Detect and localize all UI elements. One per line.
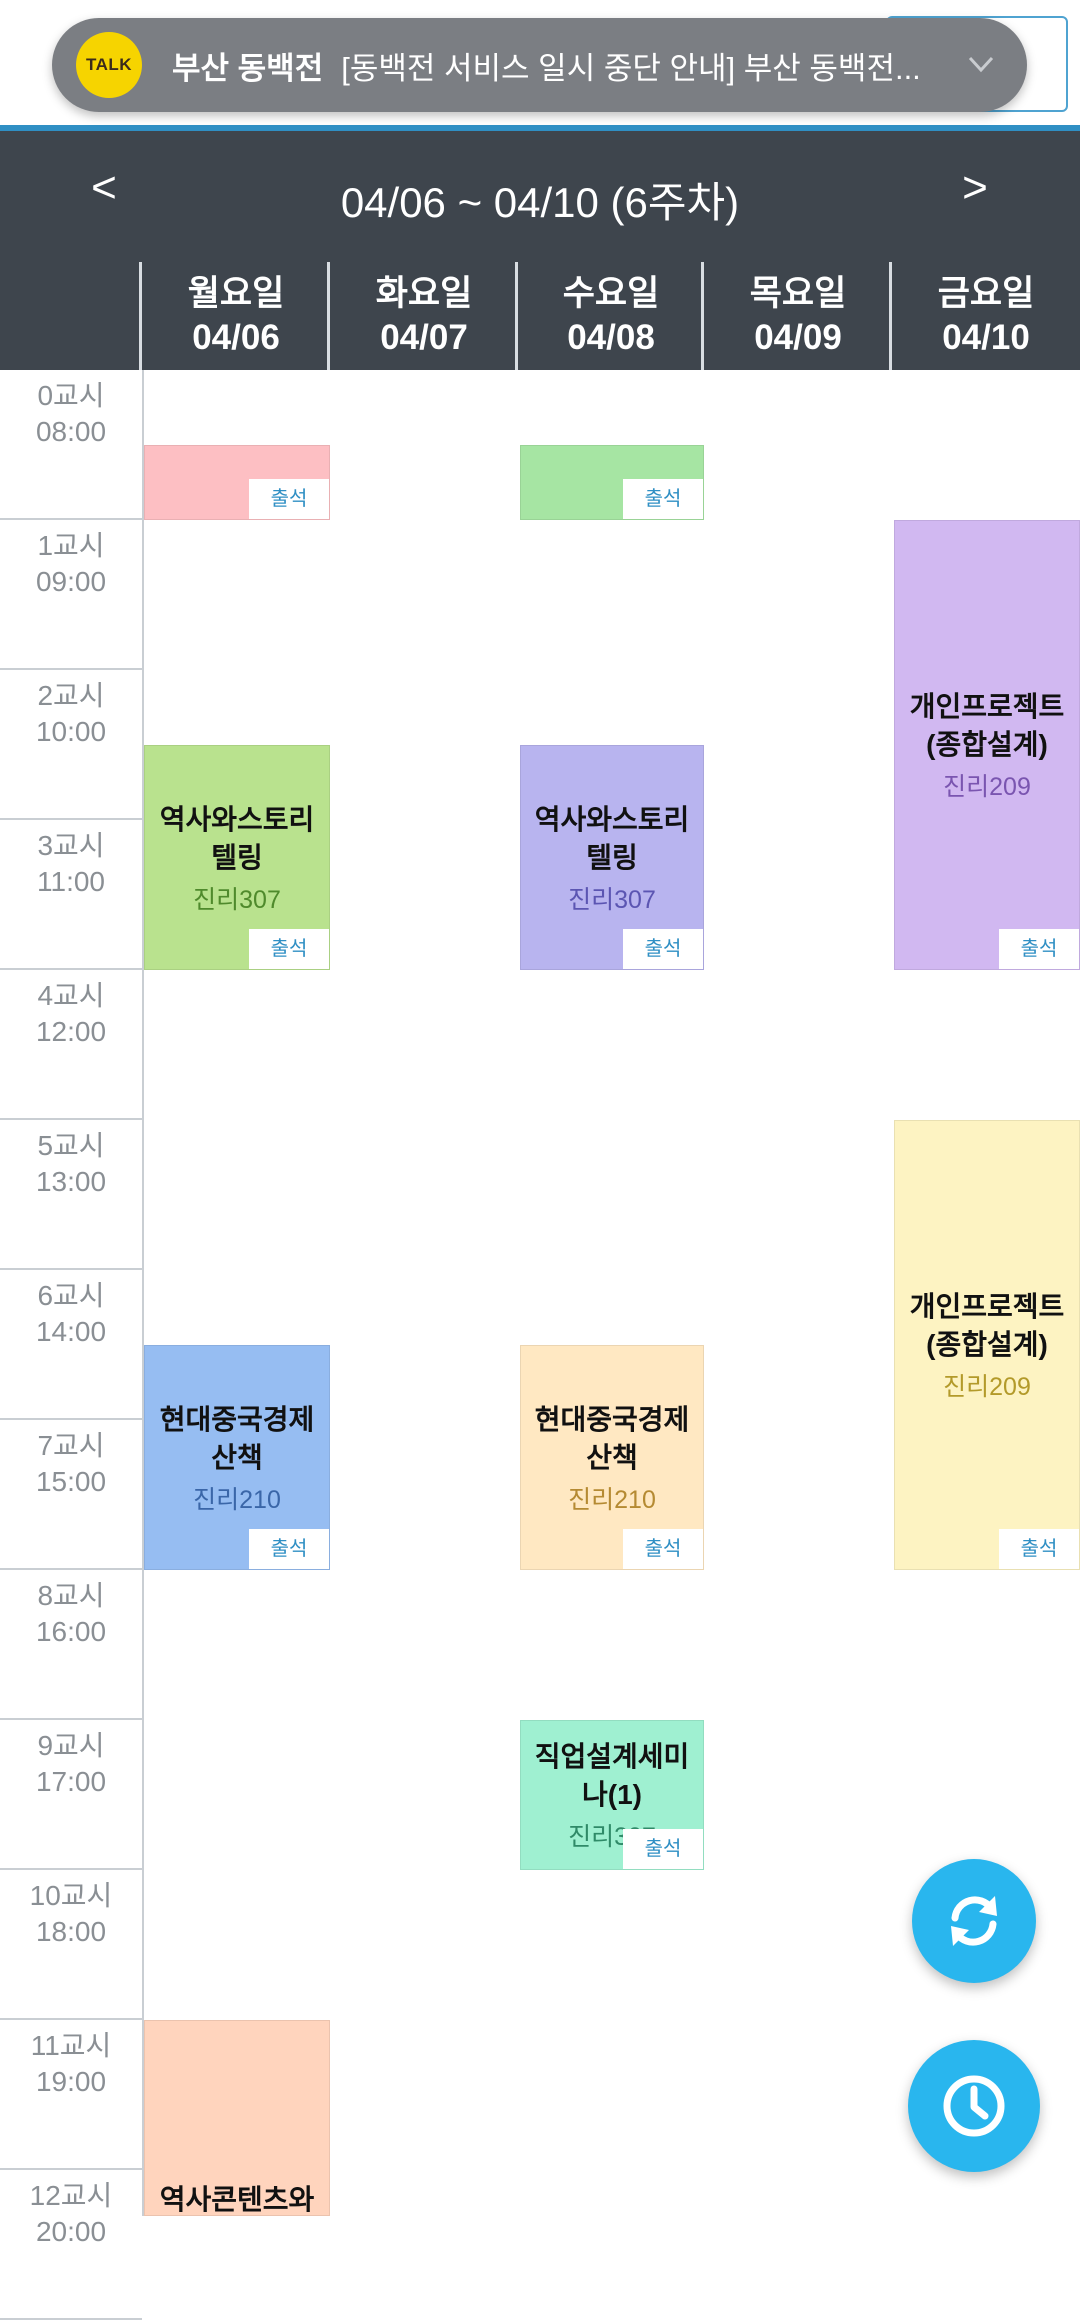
attendance-button[interactable]: 출석 [623, 929, 703, 969]
day-header-mon: 월요일 04/06 [142, 262, 330, 370]
course-room: 진리210 [568, 1486, 656, 1514]
header-corner [0, 262, 142, 370]
grid-divider [142, 370, 144, 2216]
refresh-button[interactable] [912, 1859, 1036, 1983]
week-title: 04/06 ~ 04/10 (6주차) [340, 179, 740, 226]
day-header-thu: 목요일 04/09 [704, 262, 892, 370]
course-block[interactable]: 출석 [520, 445, 704, 520]
course-room: 진리210 [193, 1486, 281, 1514]
course-block[interactable]: 개인프로젝트(종합설계) 진리209 출석 [894, 1120, 1080, 1570]
period-column: 0교시 08:00 1교시 09:00 2교시 10:00 3교시 11:00 4교시 12:00… [0, 370, 142, 2320]
attendance-button[interactable]: 출석 [623, 1529, 703, 1569]
period-label: 5교시 13:00 [0, 1120, 142, 1270]
week-navigation: < 04/06 ~ 04/10 (6주차) > [0, 131, 1080, 262]
period-label: 9교시 17:00 [0, 1720, 142, 1870]
chevron-down-icon[interactable] [963, 46, 999, 82]
course-name: 현대중국경제산책 [159, 1404, 315, 1473]
period-label: 7교시 15:00 [0, 1420, 142, 1570]
attendance-button[interactable]: 출석 [999, 1529, 1079, 1569]
course-block[interactable]: 역사와스토리텔링진리307 출석 [144, 745, 330, 970]
attendance-button[interactable]: 출석 [249, 479, 329, 519]
refresh-icon [951, 1896, 997, 1946]
day-header-fri: 금요일 04/10 [892, 262, 1080, 370]
attendance-button[interactable]: 출석 [249, 1529, 329, 1569]
attendance-button[interactable]: 출석 [999, 929, 1079, 969]
course-room: 진리209 [943, 1373, 1031, 1401]
period-label: 8교시 16:00 [0, 1570, 142, 1720]
notification-message: [동백전 서비스 일시 중단 안내] 부산 동백전... [341, 50, 921, 86]
notification-app-name: 부산 동백전 [172, 50, 324, 86]
course-name: 현대중국경제산책 [534, 1404, 690, 1473]
period-label: 3교시 11:00 [0, 820, 142, 970]
course-block[interactable]: 개인프로젝트(종합설계) 진리209 출석 [894, 520, 1080, 970]
day-header-tue: 화요일 04/07 [330, 262, 518, 370]
course-name: 직업설계세미나(1) [534, 1741, 690, 1810]
course-name: 역사콘텐츠와스 [159, 2184, 315, 2215]
course-room: 진리307 [568, 886, 656, 914]
period-label: 1교시 09:00 [0, 520, 142, 670]
period-label: 4교시 12:00 [0, 970, 142, 1120]
attendance-button[interactable]: 출석 [623, 479, 703, 519]
kakaotalk-icon: TALK [76, 32, 142, 98]
period-label: 2교시 10:00 [0, 670, 142, 820]
period-label: 0교시 08:00 [0, 370, 142, 520]
course-block[interactable]: 직업설계세미나(1) 진리307 출석 [520, 1720, 704, 1870]
course-block[interactable]: 현대중국경제산책진리210 출석 [520, 1345, 704, 1570]
period-label: 11교시 19:00 [0, 2020, 142, 2170]
day-header-wed: 수요일 04/08 [518, 262, 704, 370]
next-week-button[interactable]: > [945, 163, 1005, 213]
course-name: 개인프로젝트(종합설계) [909, 1291, 1065, 1360]
course-name: 개인프로젝트(종합설계) [909, 691, 1065, 760]
period-label: 10교시 18:00 [0, 1870, 142, 2020]
clock-icon [943, 2075, 1005, 2137]
course-name: 역사와스토리텔링 [534, 804, 690, 873]
attendance-button[interactable]: 출석 [249, 929, 329, 969]
course-block[interactable]: 현대중국경제산책진리210 출석 [144, 1345, 330, 1570]
course-block[interactable]: 역사와스토리텔링진리307 출석 [520, 745, 704, 970]
course-room: 진리209 [943, 773, 1031, 801]
course-block[interactable]: 역사콘텐츠와스 [144, 2020, 330, 2216]
prev-week-button[interactable]: < [74, 163, 134, 213]
period-label: 12교시 20:00 [0, 2170, 142, 2320]
clock-button[interactable] [908, 2040, 1040, 2172]
notification-banner[interactable]: TALK 부산 동백전 [동백전 서비스 일시 중단 안내] 부산 동백전... [52, 18, 1027, 112]
course-block[interactable]: 출석 [144, 445, 330, 520]
course-name: 역사와스토리텔링 [159, 804, 315, 873]
attendance-button[interactable]: 출석 [623, 1829, 703, 1869]
course-room: 진리307 [193, 886, 281, 914]
period-label: 6교시 14:00 [0, 1270, 142, 1420]
